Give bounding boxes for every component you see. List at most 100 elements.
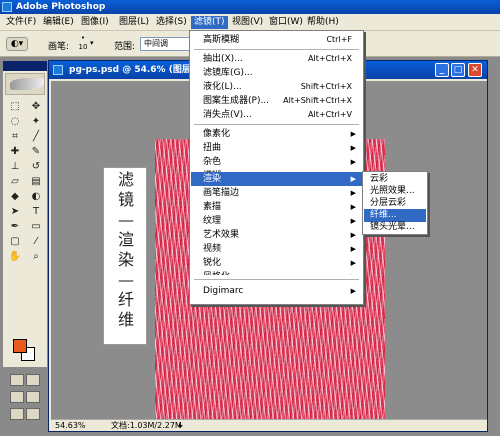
healing-brush-icon[interactable]: ✚	[5, 144, 25, 158]
menu-filter[interactable]: 滤镜(T)	[191, 16, 228, 29]
adobe-online-button[interactable]	[5, 73, 45, 95]
menu-select[interactable]: 选择(S)	[153, 16, 190, 29]
status-arrow-icon[interactable]: ▸	[179, 420, 183, 432]
menu-bar: 文件(F) 编辑(E) 图像(I) 图层(L) 选择(S) 滤镜(T) 视图(V…	[0, 14, 500, 31]
move-tool-icon[interactable]: ✥	[26, 99, 46, 113]
maximize-button[interactable]: □	[451, 63, 465, 77]
toolbox: ⬚ ✥ ◌ ✦ ⌗ ╱ ✚ ✎ ⊥ ↺ ▱ ▤ ◆ ◐ ➤ T ✒ ▭ ▢ ⁄ …	[2, 60, 48, 420]
minimize-button[interactable]: _	[435, 63, 449, 77]
filter-menu-item[interactable]: 纹理 ▶	[191, 214, 362, 228]
dodge-tool-icon[interactable]: ◐	[26, 189, 46, 203]
menu-view[interactable]: 视图(V)	[229, 16, 266, 29]
fullscreen-menu-icon[interactable]	[26, 391, 40, 403]
lasso-tool-icon[interactable]: ◌	[5, 114, 25, 128]
clone-stamp-icon[interactable]: ⊥	[5, 159, 25, 173]
filter-menu-footer: Digimarc ▶	[189, 275, 364, 305]
filter-menu-item[interactable]: 消失点(V)... Alt+Ctrl+V	[191, 108, 362, 122]
magic-wand-icon[interactable]: ✦	[26, 114, 46, 128]
brush-label: 画笔:	[48, 42, 70, 52]
filter-menu-item[interactable]: 杂色 ▶	[191, 155, 362, 169]
pen-tool-icon[interactable]: ✒	[5, 219, 25, 233]
menu-help[interactable]: 帮助(H)	[304, 16, 342, 29]
filter-menu: 高斯模糊 Ctrl+F 抽出(X)... Alt+Ctrl+X 滤镜库(G)... …	[189, 30, 364, 305]
brush-preview[interactable]: • 10	[76, 34, 90, 54]
doc-size: 文档:1.03M/2.27M	[111, 421, 182, 430]
submenu-arrow-icon: ▶	[350, 245, 356, 253]
submenu-arrow-icon: ▶	[350, 189, 356, 197]
app-title-bar: Adobe Photoshop	[0, 0, 500, 14]
zoom-level[interactable]: 54.63%	[55, 420, 86, 432]
menu-window[interactable]: 窗口(W)	[266, 16, 306, 29]
calligraphy-char: 渲	[117, 230, 134, 249]
ps-app-icon	[2, 2, 12, 12]
slice-tool-icon[interactable]: ╱	[26, 129, 46, 143]
foreground-color-swatch[interactable]	[13, 339, 27, 353]
filter-menu-item-digimarc[interactable]: Digimarc ▶	[191, 284, 362, 298]
path-select-icon[interactable]: ➤	[5, 204, 25, 218]
hand-tool-icon[interactable]: ✋	[5, 249, 25, 263]
feather-icon	[10, 78, 44, 90]
filter-menu-item[interactable]: 视频 ▶	[191, 242, 362, 256]
filter-menu-item[interactable]: 液化(L)... Shift+Ctrl+X	[191, 80, 362, 94]
screen-mode-icon[interactable]	[10, 391, 24, 403]
filter-menu-item-render[interactable]: 渲染 ▶	[191, 172, 362, 186]
filter-menu-item[interactable]: 锐化 ▶	[191, 256, 362, 270]
menu-layer[interactable]: 图层(L)	[116, 16, 152, 29]
filter-menu-item[interactable]: 滤镜库(G)...	[191, 66, 362, 80]
marquee-tool-icon[interactable]: ⬚	[5, 99, 25, 113]
filter-menu-item[interactable]: 画笔描边 ▶	[191, 186, 362, 200]
gradient-tool-icon[interactable]: ▤	[26, 174, 46, 188]
app-title: Adobe Photoshop	[16, 2, 106, 12]
brush-dropdown-icon[interactable]: ▾	[90, 39, 94, 47]
filter-menu-item[interactable]: 素描 ▶	[191, 200, 362, 214]
shape-tool-icon[interactable]: ▭	[26, 219, 46, 233]
brush-size: 10	[78, 43, 88, 51]
calligraphy-char: 滤	[117, 170, 134, 189]
imageready-icon[interactable]	[26, 408, 40, 420]
eraser-tool-icon[interactable]: ▱	[5, 174, 25, 188]
brush-tool-icon[interactable]: ✎	[26, 144, 46, 158]
submenu-arrow-icon: ▶	[350, 175, 356, 183]
toolbox-header[interactable]	[3, 61, 47, 71]
render-submenu-item[interactable]: 镜头光晕...	[364, 221, 426, 234]
menu-file[interactable]: 文件(F)	[3, 16, 39, 29]
document-icon	[53, 65, 63, 75]
filter-menu-item[interactable]: 扭曲 ▶	[191, 141, 362, 155]
calligraphy-char: 维	[117, 310, 134, 329]
submenu-arrow-icon: ▶	[350, 203, 356, 211]
notes-tool-icon[interactable]: ▢	[5, 234, 25, 248]
calligraphy-char: —	[118, 210, 134, 229]
menu-image[interactable]: 图像(I)	[78, 16, 112, 29]
calligraphy-char: 镜	[117, 190, 134, 209]
filter-menu-item[interactable]: 像素化 ▶	[191, 127, 362, 141]
submenu-arrow-icon: ▶	[350, 217, 356, 225]
submenu-arrow-icon: ▶	[350, 259, 356, 267]
history-brush-icon[interactable]: ↺	[26, 159, 46, 173]
range-label: 范围:	[114, 42, 136, 52]
submenu-arrow-icon: ▶	[350, 130, 356, 138]
brush-dot-icon: •	[80, 34, 86, 42]
filter-menu-item[interactable]: 艺术效果 ▶	[191, 228, 362, 242]
eyedropper-icon[interactable]: ⁄	[26, 234, 46, 248]
filter-menu-item[interactable]: 抽出(X)... Alt+Ctrl+X	[191, 52, 362, 66]
calligraphy-strip: 滤 镜 — 渲 染 — 纤 维	[103, 167, 147, 345]
tool-preset-icon[interactable]: ◐▾	[6, 37, 28, 51]
filter-menu-item[interactable]: 图案生成器(P)... Alt+Shift+Ctrl+X	[191, 94, 362, 108]
menu-separator	[194, 279, 359, 280]
blur-tool-icon[interactable]: ◆	[5, 189, 25, 203]
crop-tool-icon[interactable]: ⌗	[5, 129, 25, 143]
fullscreen-icon[interactable]	[10, 408, 24, 420]
zoom-tool-icon[interactable]: ⌕	[26, 249, 46, 263]
standard-mode-icon[interactable]	[10, 374, 24, 386]
menu-separator	[194, 49, 359, 50]
quickmask-mode-icon[interactable]	[26, 374, 40, 386]
submenu-arrow-icon: ▶	[350, 287, 356, 295]
calligraphy-char: 纤	[117, 290, 134, 309]
calligraphy-char: 染	[117, 250, 134, 269]
menu-edit[interactable]: 编辑(E)	[40, 16, 77, 29]
mode-buttons	[9, 373, 45, 424]
type-tool-icon[interactable]: T	[26, 204, 46, 218]
range-select[interactable]: 中间调	[140, 37, 196, 51]
filter-menu-item[interactable]: 高斯模糊 Ctrl+F	[191, 33, 362, 47]
close-button[interactable]: ✕	[468, 63, 482, 77]
